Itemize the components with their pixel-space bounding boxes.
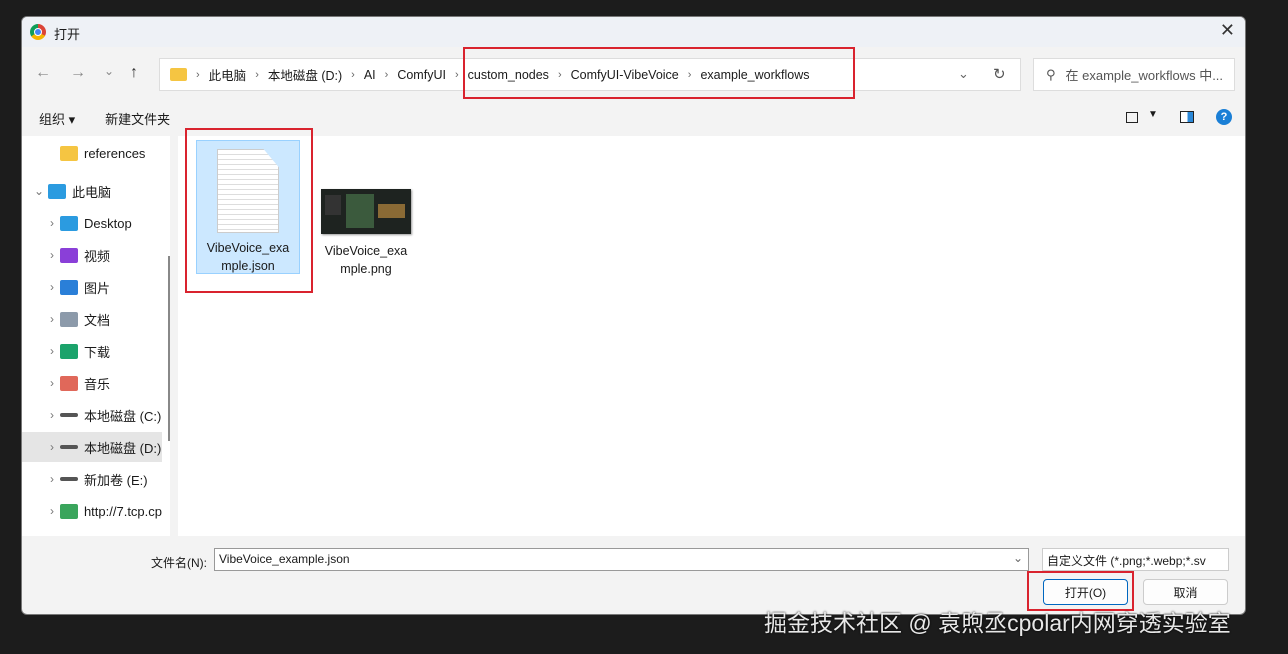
breadcrumb-separator-icon[interactable]: › [196,69,200,81]
watermark: 掘金技术社区 @ 袁煦丞cpolar内网穿透实验室 [764,610,1231,636]
sidebar-item-label: http://7.tcp.cp [83,503,162,519]
cancel-button[interactable]: 取消 [1143,579,1228,605]
sidebar-item[interactable]: › 本地磁盘 (C:) [22,400,162,430]
folder-icon [170,68,187,81]
view-icon[interactable] [1126,112,1138,123]
breadcrumb-separator-icon[interactable]: › [351,69,355,81]
sidebar-item[interactable]: › 下载 [22,336,162,366]
sidebar-item-label: 图片 [84,280,111,296]
forward-button[interactable]: → [70,64,86,82]
chevron-right-icon[interactable]: › [22,344,60,358]
scrollbar[interactable] [168,256,170,441]
music-icon [60,375,78,391]
sidebar-item[interactable]: › 视频 [22,240,162,270]
chevron-down-icon[interactable]: ⌄ [1013,551,1023,565]
preview-pane-icon[interactable] [1180,111,1194,123]
title-bar: 打开 ✕ [22,17,1245,47]
sidebar-item-label: 音乐 [84,376,111,392]
address-dropdown-icon[interactable]: ⌄ [958,66,969,82]
computer-icon [48,183,66,199]
annotation-box-file [185,128,313,293]
file-type-select[interactable]: 自定义文件 (*.png;*.webp;*.sv [1042,548,1229,571]
recent-locations-button[interactable]: ⌄ [104,64,114,78]
sidebar-item-label: 本地磁盘 (C:) [84,408,162,424]
breadcrumb-item[interactable]: ComfyUI [397,68,446,82]
help-icon[interactable]: ? [1216,109,1232,125]
search-input[interactable]: 在 example_workflows 中... [1066,65,1224,84]
chrome-icon [30,24,46,40]
sidebar-item[interactable]: › 本地磁盘 (D:) [22,432,162,462]
search-box[interactable]: ⚲ 在 example_workflows 中... [1033,58,1235,91]
sidebar-item[interactable]: › 音乐 [22,368,162,398]
sidebar-item-label: 新加卷 (E:) [84,472,148,488]
pictures-icon [60,279,78,295]
breadcrumb-item[interactable]: 本地磁盘 (D:) [268,65,342,84]
file-name: VibeVoice_exa [324,244,408,258]
breadcrumb-separator-icon[interactable]: › [255,69,259,81]
chevron-right-icon[interactable]: › [22,280,60,294]
sidebar-item[interactable]: references [22,138,162,168]
breadcrumb-separator-icon[interactable]: › [455,69,459,81]
annotation-box-path [463,47,855,99]
drive-icon [60,445,78,449]
file-list: VibeVoice_exa mple.json VibeVoice_exa mp… [178,136,1245,536]
drive-icon [60,477,78,481]
navigation-pane: references ⌄ 此电脑 › Desktop › 视频 › 图片 › 文档 › 下载 › 音乐 › 本地… [22,136,170,536]
chevron-down-icon[interactable]: ⌄ [22,184,48,198]
download-icon [60,343,78,359]
sidebar-item[interactable]: › 新加卷 (E:) [22,464,162,494]
chevron-right-icon[interactable]: › [22,408,60,422]
sidebar-item[interactable]: › http://7.tcp.cp [22,496,162,526]
folder-icon [60,145,78,161]
sidebar-item-label: references [84,145,146,161]
drive-icon [60,413,78,417]
sidebar-item-label: Desktop [84,215,132,231]
file-item-png[interactable]: VibeVoice_exa mple.png [314,140,418,276]
sidebar-item-label: 本地磁盘 (D:) [84,440,162,456]
video-icon [60,247,78,263]
new-folder-button[interactable]: 新建文件夹 [105,109,170,128]
up-button[interactable]: ↑ [130,64,138,82]
sidebar-item-label: 下载 [84,344,111,360]
view-dropdown-icon[interactable]: ▼ [1148,109,1158,120]
sidebar-item[interactable]: › 文档 [22,304,162,334]
chevron-right-icon[interactable]: › [22,216,60,230]
filename-label: 文件名(N): [151,556,207,570]
chevron-right-icon[interactable]: › [22,440,60,454]
sidebar-item-label: 此电脑 [72,184,112,200]
network-icon [59,503,78,519]
chevron-right-icon[interactable]: › [22,248,60,262]
dialog-title: 打开 [54,27,81,42]
sidebar-item-label: 文档 [84,312,111,328]
breadcrumb-item[interactable]: AI [364,68,376,82]
open-file-dialog: 打开 ✕ ← → ⌄ ↑ › 此电脑 › 本地磁盘 (D:) › AI › ComfyUI › c… [21,16,1246,615]
back-button[interactable]: ← [35,64,51,82]
desktop-icon [60,215,78,231]
close-icon[interactable]: ✕ [1220,20,1235,41]
breadcrumb-item[interactable]: 此电脑 [209,65,247,84]
sidebar-item[interactable]: › Desktop [22,208,162,238]
filename-value: VibeVoice_example.json [219,552,350,566]
sidebar-item[interactable]: › 图片 [22,272,162,302]
refresh-icon[interactable]: ↻ [993,65,1006,83]
search-icon: ⚲ [1046,66,1056,82]
chevron-right-icon[interactable]: › [22,312,60,326]
file-type-value: 自定义文件 (*.png;*.webp;*.sv [1047,554,1206,568]
chevron-right-icon[interactable]: › [22,504,60,518]
sidebar-item-label: 视频 [84,248,111,264]
file-name: mple.png [340,262,392,276]
chevron-right-icon[interactable]: › [22,472,60,486]
organize-button[interactable]: 组织 ▾ [39,109,75,128]
filename-input[interactable]: VibeVoice_example.json ⌄ [214,548,1029,571]
sidebar-item[interactable]: ⌄ 此电脑 [22,176,162,206]
breadcrumb-separator-icon[interactable]: › [385,69,389,81]
png-thumbnail [321,189,411,234]
documents-icon [60,311,78,327]
chevron-right-icon[interactable]: › [22,376,60,390]
